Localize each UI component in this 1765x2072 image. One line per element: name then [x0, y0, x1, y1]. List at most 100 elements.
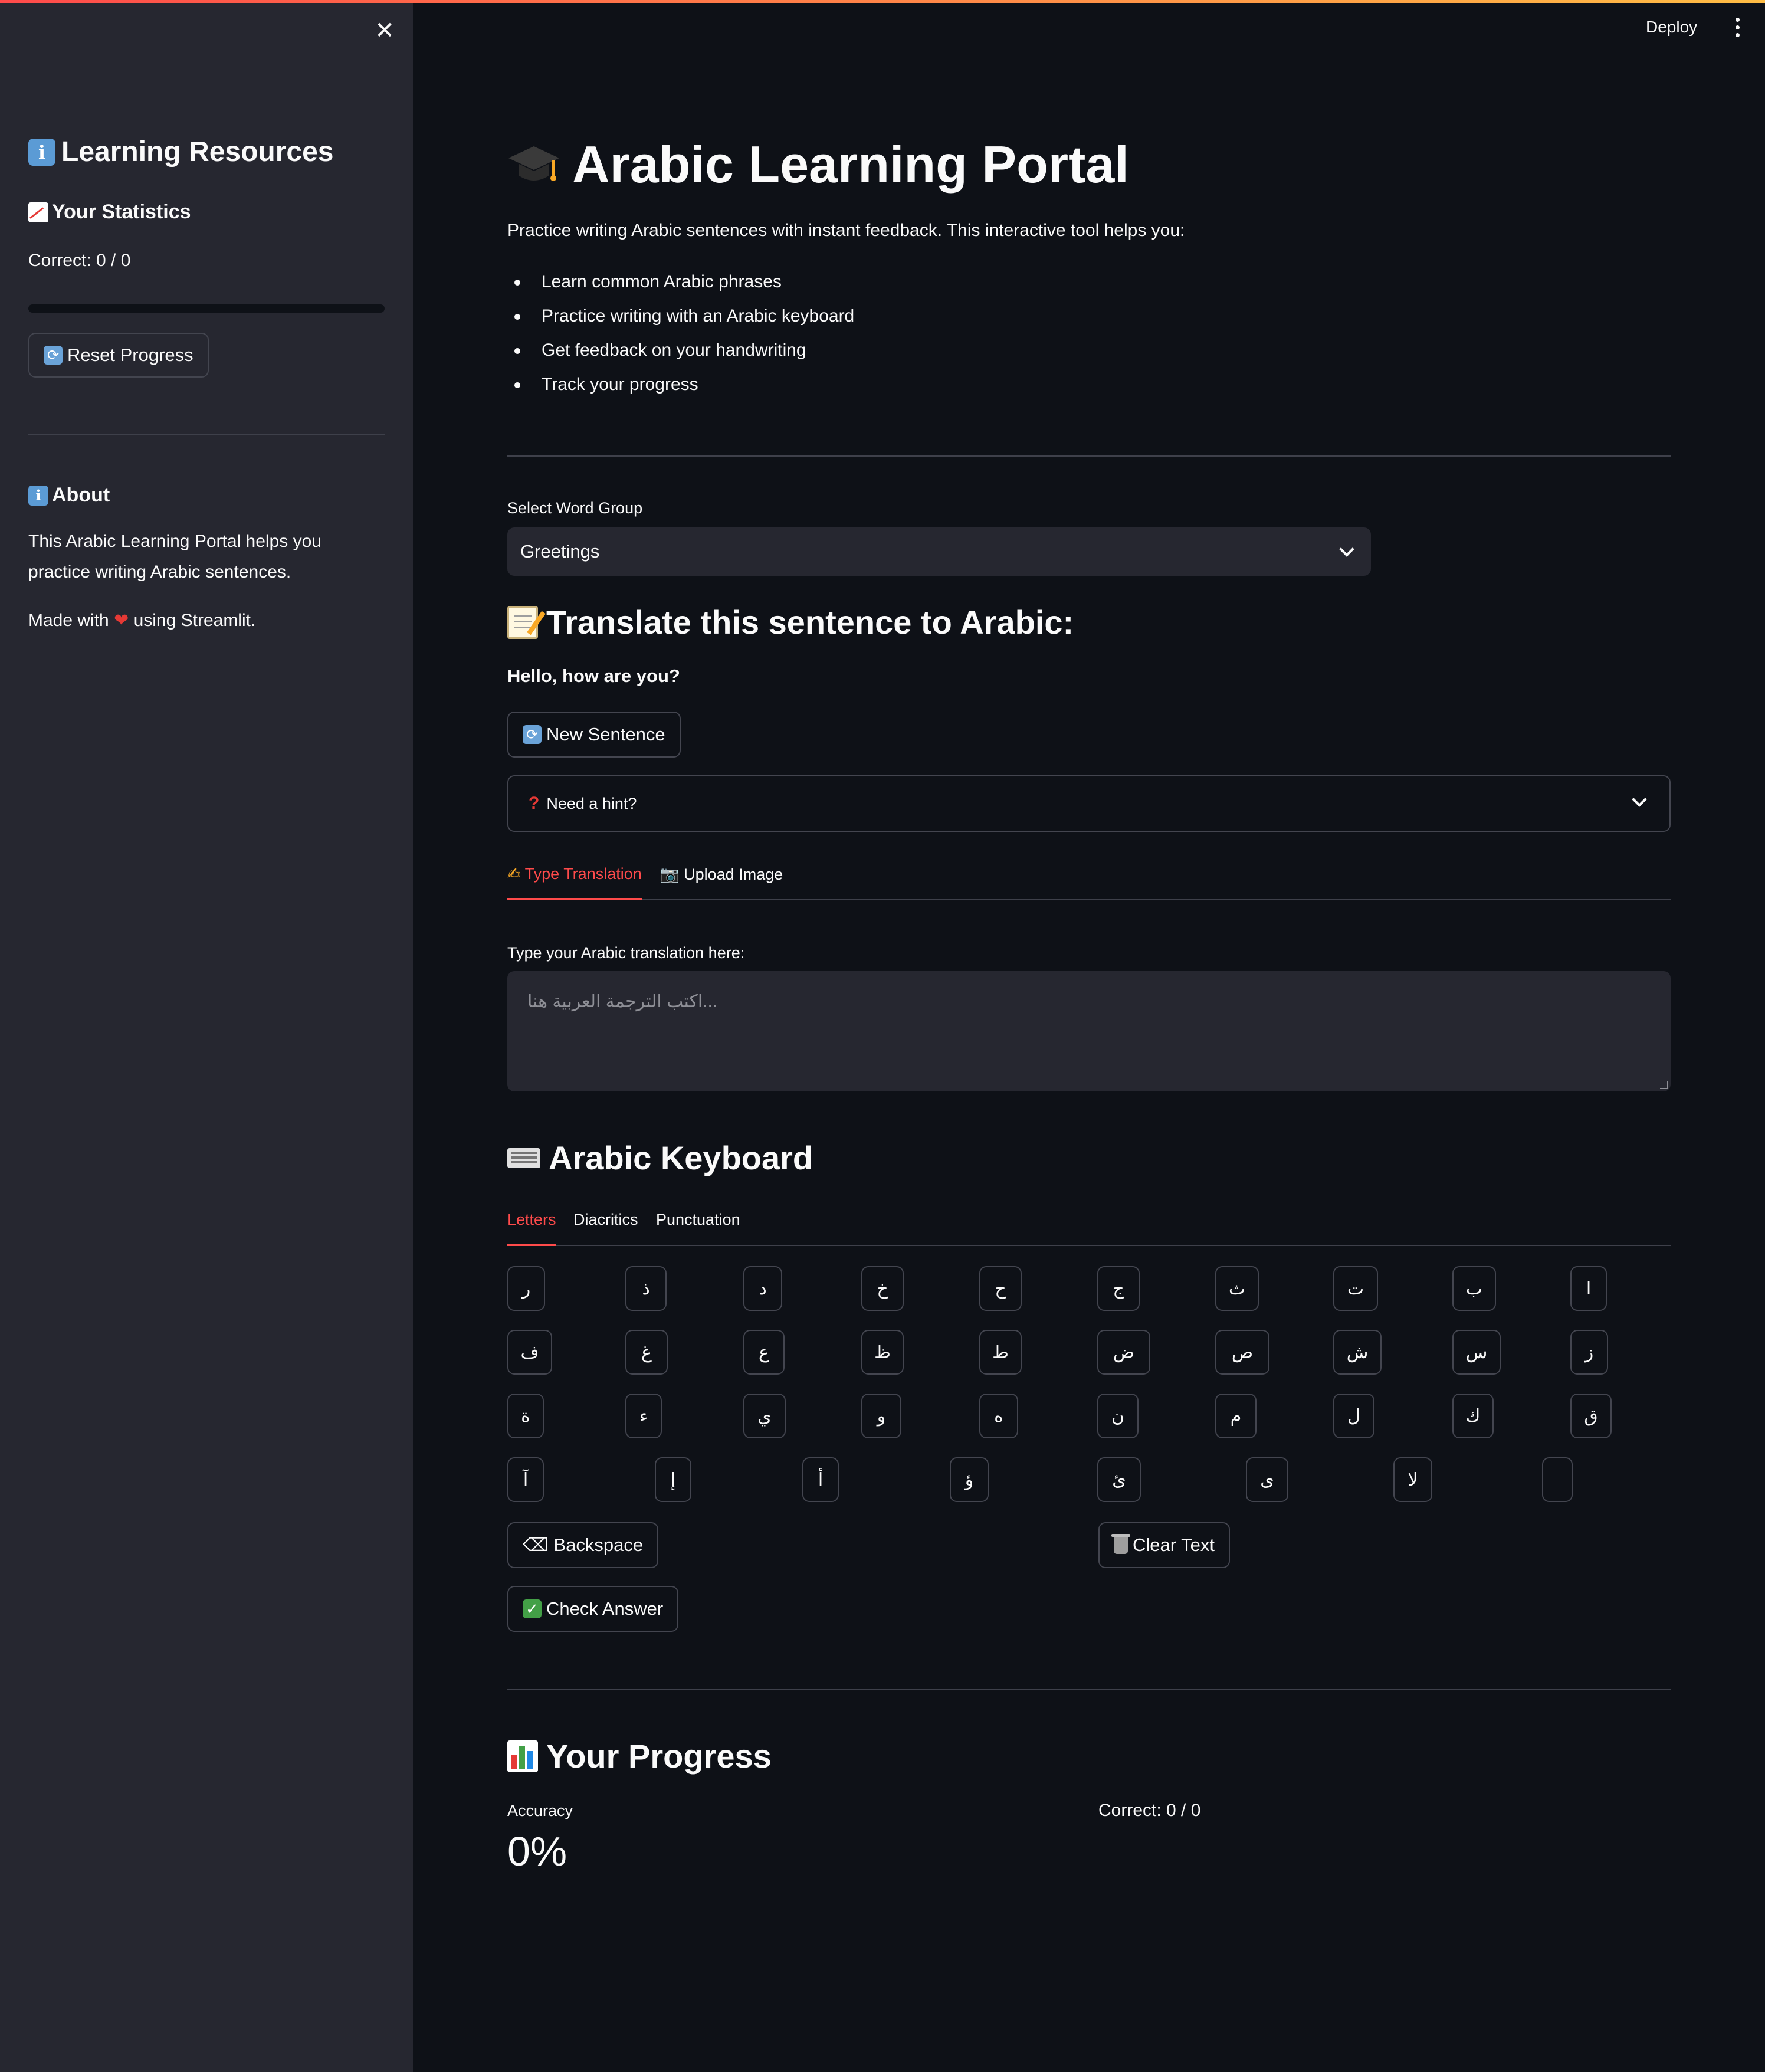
deploy-button[interactable]: Deploy	[1646, 18, 1697, 37]
key-button[interactable]: ط	[979, 1330, 1022, 1375]
key-button[interactable]: ض	[1097, 1330, 1150, 1375]
key-button[interactable]: د	[743, 1266, 782, 1311]
key-button[interactable]: ق	[1570, 1394, 1612, 1438]
key-button[interactable]: ح	[979, 1266, 1022, 1311]
backspace-button[interactable]: ⌫ Backspace	[507, 1522, 659, 1568]
key-button[interactable]: غ	[625, 1330, 668, 1375]
key-button[interactable]: ك	[1452, 1394, 1494, 1438]
key-button[interactable]: لا	[1393, 1457, 1432, 1502]
key-button[interactable]: ج	[1097, 1266, 1140, 1311]
question-mark-icon: ?	[529, 794, 540, 813]
keyboard-tabs: Letters Diacritics Punctuation	[507, 1211, 1671, 1246]
key-button[interactable]: ظ	[861, 1330, 904, 1375]
camera-icon: 📷	[660, 865, 680, 883]
key-button[interactable]	[1542, 1457, 1573, 1502]
key-button[interactable]: ف	[507, 1330, 552, 1375]
key-button[interactable]: إ	[655, 1457, 691, 1502]
sidebar: ✕ i Learning Resources Your Statistics C…	[0, 0, 413, 2072]
active-tab-indicator	[507, 1244, 556, 1246]
key-button[interactable]: ش	[1333, 1330, 1382, 1375]
active-tab-indicator	[507, 898, 642, 900]
key-button[interactable]: ا	[1570, 1266, 1607, 1311]
chart-increasing-icon	[28, 202, 48, 222]
key-button[interactable]: ي	[743, 1394, 786, 1438]
input-tabs: ✍ Type Translation 📷 Upload Image	[507, 865, 1671, 900]
chevron-down-icon	[1632, 792, 1647, 807]
divider	[507, 455, 1671, 457]
hint-expander[interactable]: ? Need a hint?	[507, 775, 1671, 832]
feature-list: Learn common Arabic phrases Practice wri…	[507, 268, 854, 405]
key-button[interactable]: و	[861, 1394, 901, 1438]
key-button[interactable]: ل	[1333, 1394, 1374, 1438]
key-button[interactable]: ئ	[1097, 1457, 1141, 1502]
key-button[interactable]: ة	[507, 1394, 544, 1438]
intro-text: Practice writing Arabic sentences with i…	[507, 221, 1185, 240]
key-button[interactable]: ى	[1246, 1457, 1288, 1502]
translation-textarea[interactable]: ...اكتب الترجمة العربية هنا	[507, 971, 1671, 1091]
close-icon[interactable]: ✕	[372, 18, 398, 44]
memo-icon	[507, 605, 538, 639]
key-button[interactable]: خ	[861, 1266, 904, 1311]
key-button[interactable]: ص	[1215, 1330, 1269, 1375]
progress-bar	[28, 304, 385, 313]
resize-handle[interactable]	[1660, 1081, 1668, 1089]
bar-chart-icon	[507, 1740, 538, 1772]
tab-letters[interactable]: Letters	[507, 1211, 556, 1229]
tab-type-translation[interactable]: ✍ Type Translation	[507, 865, 642, 883]
divider	[507, 1689, 1671, 1690]
kebab-menu-icon[interactable]	[1728, 15, 1746, 39]
check-mark-icon: ✓	[523, 1599, 542, 1618]
key-button[interactable]: ء	[625, 1394, 662, 1438]
list-item: Get feedback on your handwriting	[507, 336, 854, 371]
info-icon: i	[28, 138, 55, 166]
page-title: Arabic Learning Portal	[507, 135, 1129, 195]
list-item: Practice writing with an Arabic keyboard	[507, 302, 854, 336]
info-icon: i	[28, 485, 48, 506]
key-button[interactable]: ن	[1097, 1394, 1139, 1438]
sidebar-correct-count: Correct: 0 / 0	[28, 251, 131, 270]
chevron-down-icon	[1339, 542, 1354, 557]
new-sentence-button[interactable]: ⟳ New Sentence	[507, 712, 681, 758]
graduation-cap-icon	[508, 146, 559, 181]
sidebar-about-text: This Arabic Learning Portal helps you pr…	[28, 532, 321, 582]
heart-icon: ❤	[114, 611, 129, 630]
sidebar-about-title: i About	[28, 484, 110, 507]
accuracy-label: Accuracy	[507, 1802, 573, 1819]
writing-hand-icon: ✍	[507, 865, 521, 883]
keyboard-heading: Arabic Keyboard	[507, 1139, 813, 1177]
key-button[interactable]: م	[1215, 1394, 1257, 1438]
trash-icon	[1111, 1534, 1130, 1554]
sidebar-resources-title: i Learning Resources	[28, 136, 333, 168]
sentence-prompt: Hello, how are you?	[507, 665, 680, 686]
clear-text-button[interactable]: Clear Text	[1098, 1522, 1230, 1568]
top-decoration-bar	[0, 0, 1765, 3]
list-item: Learn common Arabic phrases	[507, 268, 854, 302]
word-group-select[interactable]: Greetings	[507, 527, 1371, 576]
key-button[interactable]: ت	[1333, 1266, 1378, 1311]
refresh-icon: ⟳	[523, 725, 542, 744]
check-answer-button[interactable]: ✓ Check Answer	[507, 1586, 679, 1632]
key-button[interactable]: آ	[507, 1457, 544, 1502]
tab-punctuation[interactable]: Punctuation	[656, 1211, 740, 1229]
key-button[interactable]: س	[1452, 1330, 1501, 1375]
progress-heading: Your Progress	[507, 1737, 772, 1775]
reset-progress-button[interactable]: ⟳ Reset Progress	[28, 333, 209, 378]
textarea-placeholder: ...اكتب الترجمة العربية هنا	[527, 992, 718, 1011]
tab-diacritics[interactable]: Diacritics	[573, 1211, 638, 1229]
key-button[interactable]: ع	[743, 1330, 785, 1375]
keyboard-icon	[507, 1148, 540, 1168]
sidebar-made-with: Made with ❤ using Streamlit.	[28, 611, 256, 630]
key-button[interactable]: ث	[1215, 1266, 1259, 1311]
word-group-label: Select Word Group	[507, 499, 643, 517]
accuracy-value: 0%	[507, 1828, 567, 1874]
sidebar-stats-title: Your Statistics	[28, 201, 191, 224]
key-button[interactable]: ر	[507, 1266, 545, 1311]
key-button[interactable]: ذ	[625, 1266, 667, 1311]
key-button[interactable]: أ	[802, 1457, 839, 1502]
key-button[interactable]: ه	[979, 1394, 1018, 1438]
key-button[interactable]: ؤ	[950, 1457, 989, 1502]
textarea-label: Type your Arabic translation here:	[507, 944, 745, 962]
tab-upload-image[interactable]: 📷 Upload Image	[660, 865, 783, 884]
key-button[interactable]: ب	[1452, 1266, 1496, 1311]
key-button[interactable]: ز	[1570, 1330, 1608, 1375]
